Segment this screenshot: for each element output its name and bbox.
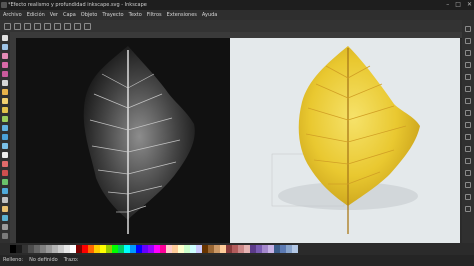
symbols-icon[interactable] (465, 122, 471, 128)
inkscape-app-icon (1, 2, 7, 8)
print-icon[interactable] (34, 22, 41, 30)
ellipse-tool-icon[interactable] (2, 98, 8, 104)
stroke-indicator-label: Trazo: (63, 257, 79, 263)
menu-trayecto[interactable]: Trayecto (102, 10, 123, 20)
status-bar: Relleno: No definido Trazo: (0, 255, 474, 266)
fill-stroke-icon[interactable] (465, 26, 471, 32)
connector-tool-icon[interactable] (2, 215, 8, 221)
window-title: *Efecto realismo y profundidad inkscape.… (8, 2, 147, 8)
star-tool-icon[interactable] (2, 107, 8, 113)
new-document-icon[interactable] (4, 22, 11, 30)
palette-swatch[interactable] (292, 245, 298, 253)
menu-texto[interactable]: Texto (129, 10, 142, 20)
toolbox (0, 32, 10, 243)
menu-edicion[interactable]: Edición (27, 10, 45, 20)
export-dialog-icon[interactable] (465, 170, 471, 176)
fill-indicator-value[interactable]: No definido (29, 255, 58, 266)
undo-icon[interactable] (64, 22, 71, 30)
measure-tool-icon[interactable] (2, 71, 8, 77)
mesh-tool-icon[interactable] (2, 197, 8, 203)
paths-icon[interactable] (465, 194, 471, 200)
calligraphy-tool-icon[interactable] (2, 143, 8, 149)
selectors-icon[interactable] (465, 206, 471, 212)
menu-archivo[interactable]: Archivo (3, 10, 22, 20)
zoom-tool-icon[interactable] (2, 62, 8, 68)
menu-ver[interactable]: Ver (50, 10, 58, 20)
menu-filtros[interactable]: Filtros (147, 10, 162, 20)
pen-tool-icon[interactable] (2, 134, 8, 140)
commands-bar-right (462, 20, 474, 243)
rectangle-tool-icon[interactable] (2, 80, 8, 86)
dropper-tool-icon[interactable] (2, 206, 8, 212)
preferences-icon[interactable] (465, 146, 471, 152)
transform-icon[interactable] (465, 74, 471, 80)
xml-editor-icon[interactable] (465, 98, 471, 104)
paint-bucket-tool-icon[interactable] (2, 179, 8, 185)
menu-capa[interactable]: Capa (63, 10, 76, 20)
yellow-leaf-image[interactable] (230, 38, 460, 243)
fill-indicator-label: Relleno: (3, 257, 24, 263)
close-icon[interactable]: ✕ (467, 0, 472, 10)
spray-tool-icon[interactable] (2, 161, 8, 167)
filters-icon[interactable] (465, 182, 471, 188)
eraser-tool-icon[interactable] (2, 170, 8, 176)
document-properties-icon[interactable] (465, 134, 471, 140)
menu-bar: Archivo Edición Ver Capa Objeto Trayecto… (0, 10, 474, 20)
yellow-leaf-illustration (271, 46, 420, 234)
node-tool-icon[interactable] (2, 44, 8, 50)
menu-ayuda[interactable]: Ayuda (202, 10, 217, 20)
text-tool-icon[interactable] (2, 152, 8, 158)
swatches-icon[interactable] (465, 110, 471, 116)
drawing-canvas[interactable] (16, 38, 460, 243)
spiral-tool-icon[interactable] (2, 116, 8, 122)
select-tool-icon[interactable] (2, 35, 8, 41)
color-palette (0, 243, 474, 255)
open-icon[interactable] (14, 22, 21, 30)
pages-tool-icon[interactable] (2, 233, 8, 239)
redo-icon[interactable] (74, 22, 81, 30)
import-icon[interactable] (44, 22, 51, 30)
menu-objeto[interactable]: Objeto (81, 10, 98, 20)
menu-extensiones[interactable]: Extensiones (167, 10, 197, 20)
minimize-icon[interactable]: – (446, 0, 449, 10)
align-icon[interactable] (465, 50, 471, 56)
window-controls: – □ ✕ (446, 0, 472, 10)
xray-leaf-image[interactable] (16, 38, 230, 243)
maximize-icon[interactable]: □ (455, 0, 461, 10)
zoom-icon[interactable] (84, 22, 91, 30)
layers-icon[interactable] (465, 38, 471, 44)
xray-leaf-illustration (83, 46, 195, 234)
tweak-tool-icon[interactable] (2, 53, 8, 59)
gradient-tool-icon[interactable] (2, 188, 8, 194)
save-icon[interactable] (24, 22, 31, 30)
snap-icon[interactable] (465, 158, 471, 164)
title-bar: *Efecto realismo y profundidad inkscape.… (0, 0, 474, 10)
lpe-tool-icon[interactable] (2, 224, 8, 230)
text-font-icon[interactable] (465, 86, 471, 92)
box3d-tool-icon[interactable] (2, 89, 8, 95)
pencil-tool-icon[interactable] (2, 125, 8, 131)
export-icon[interactable] (54, 22, 61, 30)
objects-icon[interactable] (465, 62, 471, 68)
commands-toolbar (0, 20, 474, 32)
